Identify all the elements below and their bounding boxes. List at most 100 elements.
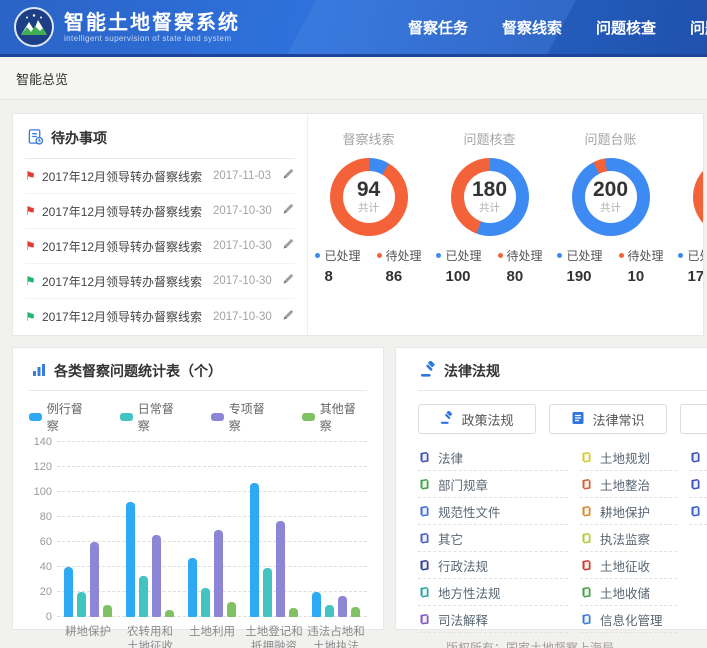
law-category-item[interactable]: 土地整治 [580, 471, 677, 498]
stat-total-value: 180 [472, 179, 507, 200]
stat-processed-value: 100 [436, 268, 481, 285]
stat-title: 督察线索 [342, 129, 394, 148]
book-icon [580, 532, 592, 544]
bar[interactable] [64, 567, 73, 617]
nav-item-1[interactable]: 督察任务 [408, 17, 468, 38]
bar[interactable] [312, 592, 321, 617]
pencil-icon[interactable] [277, 272, 295, 290]
y-tick-label: 60 [40, 536, 52, 548]
law-category-item[interactable] [689, 444, 707, 471]
legend-item[interactable]: 其他督察 [302, 400, 367, 434]
todo-item[interactable]: ⚑2017年12月领导转办督察线索2017-10-30 [25, 229, 295, 264]
stat-pending: 待处理86 [377, 247, 422, 285]
bar[interactable] [289, 608, 298, 617]
nav-item-3[interactable]: 问题核查 [596, 17, 656, 38]
law-category-item[interactable] [689, 471, 707, 498]
nav-item-4[interactable]: 问题台账 [690, 17, 707, 38]
bar[interactable] [214, 530, 223, 618]
laws-buttons: 政策法规法律常识 [418, 404, 707, 434]
todo-item-date: 2017-10-30 [213, 205, 277, 217]
nav-item-2[interactable]: 督察线索 [502, 17, 562, 38]
pencil-icon[interactable] [277, 202, 295, 220]
book-icon [580, 586, 592, 598]
book-icon [580, 559, 592, 571]
flag-icon: ⚑ [25, 169, 42, 183]
flag-icon: ⚑ [25, 274, 42, 288]
bar-group [119, 483, 181, 617]
bar[interactable] [351, 607, 360, 617]
clipboard-clock-icon [27, 128, 44, 148]
law-category-item[interactable]: 其它 [418, 525, 568, 552]
law-category-item[interactable]: 法律 [418, 444, 568, 471]
bar[interactable] [77, 592, 86, 617]
stat-processed: 已处理8 [315, 247, 360, 285]
law-category-item[interactable]: 土地征收 [580, 552, 677, 579]
app-header: 智能土地督察系统 intelligent supervision of stat… [0, 0, 707, 57]
pencil-icon[interactable] [277, 167, 295, 185]
stat-total-value: 94 [357, 179, 380, 200]
law-category-item[interactable] [689, 498, 707, 525]
bar[interactable] [263, 568, 272, 617]
legend-item[interactable]: 例行督察 [29, 400, 94, 434]
law-category-label: 行政法规 [438, 556, 488, 575]
law-category-label: 司法解释 [438, 610, 488, 629]
book-icon [580, 505, 592, 517]
stat-processed-value: 175 [678, 268, 703, 285]
bar[interactable] [276, 521, 285, 617]
bar[interactable] [103, 605, 112, 618]
law-category-item[interactable]: 行政法规 [418, 552, 568, 579]
overview-card: 待办事项 ⚑2017年12月领导转办督察线索2017-11-03⚑2017年12… [12, 113, 704, 336]
law-category-item[interactable]: 执法监察 [580, 525, 677, 552]
book-icon [418, 532, 430, 544]
legend-item[interactable]: 日常督察 [120, 400, 185, 434]
book-icon [580, 613, 592, 625]
law-category-item[interactable]: 规范性文件 [418, 498, 568, 525]
stat-pending-value: 86 [377, 268, 422, 285]
laws-card: 法律法规 政策法规法律常识 法律土地规划部门规章土地整治规范性文件耕地保护其它执… [395, 347, 707, 630]
bar[interactable] [188, 558, 197, 617]
bar[interactable] [227, 602, 236, 617]
law-button[interactable] [680, 404, 707, 434]
todo-item[interactable]: ⚑2017年12月领导转办督察线索2017-10-30 [25, 299, 295, 334]
law-grid-spacer [689, 606, 707, 633]
bar[interactable] [250, 483, 259, 617]
law-category-item[interactable]: 信息化管理 [580, 606, 677, 633]
book-icon [418, 451, 430, 463]
book-icon [418, 505, 430, 517]
bar[interactable] [201, 588, 210, 617]
bar[interactable] [165, 610, 174, 618]
pencil-icon[interactable] [277, 308, 295, 326]
law-category-item[interactable]: 地方性法规 [418, 579, 568, 606]
app-logo[interactable]: 智能土地督察系统 intelligent supervision of stat… [0, 7, 240, 47]
pencil-icon[interactable] [277, 237, 295, 255]
law-category-item[interactable]: 部门规章 [418, 471, 568, 498]
todo-item-date: 2017-10-30 [213, 240, 277, 252]
gridline [57, 466, 367, 467]
y-tick-label: 80 [40, 511, 52, 523]
law-category-label: 其它 [438, 529, 463, 548]
todo-item[interactable]: ⚑2017年12月领导转办督察线索2017-11-03 [25, 159, 295, 194]
todo-item[interactable]: ⚑2017年12月领导转办督察线索2017-10-30 [25, 194, 295, 229]
book-icon [418, 613, 430, 625]
app-subtitle: intelligent supervision of state land sy… [64, 34, 240, 43]
bar[interactable] [325, 605, 334, 618]
law-button[interactable]: 政策法规 [418, 404, 536, 434]
bar[interactable] [126, 502, 135, 617]
pending-dot-icon [498, 253, 503, 258]
donut-chart: 94共计 [330, 158, 408, 236]
book-icon [571, 411, 585, 428]
todo-item[interactable]: ⚑2017年12月领导转办督察线索2017-10-30 [25, 264, 295, 299]
bar[interactable] [338, 596, 347, 617]
law-category-item[interactable]: 土地收储 [580, 579, 677, 606]
law-category-item[interactable]: 耕地保护 [580, 498, 677, 525]
pending-dot-icon [619, 253, 624, 258]
law-category-item[interactable]: 司法解释 [418, 606, 568, 633]
bar[interactable] [152, 535, 161, 618]
legend-item[interactable]: 专项督察 [211, 400, 276, 434]
law-category-item[interactable]: 土地规划 [580, 444, 677, 471]
stat-total-label: 共计 [479, 200, 500, 215]
bar[interactable] [139, 576, 148, 617]
gridline [57, 441, 367, 442]
bar[interactable] [90, 542, 99, 617]
law-button[interactable]: 法律常识 [549, 404, 667, 434]
